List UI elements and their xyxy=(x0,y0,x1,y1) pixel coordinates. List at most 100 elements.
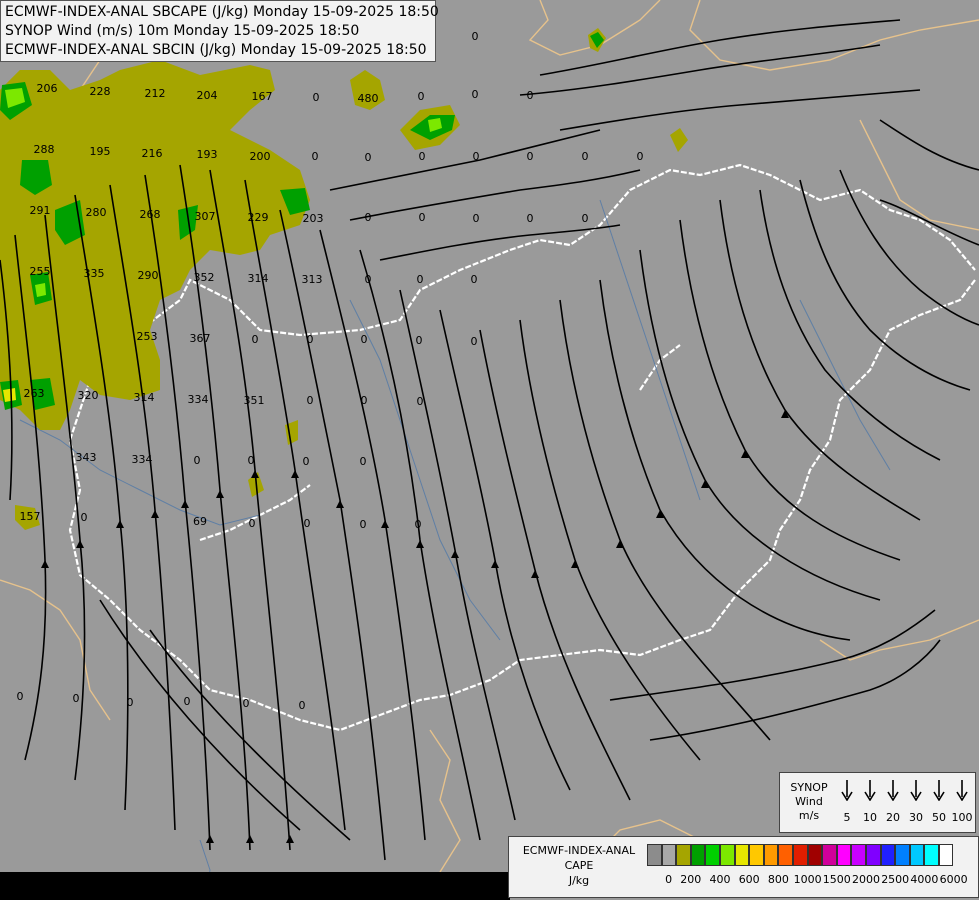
station-value: 334 xyxy=(188,393,209,406)
station-value: 0 xyxy=(307,333,314,346)
synop-speed-label: 30 xyxy=(909,811,923,824)
cape-color-swatch xyxy=(690,844,706,866)
station-value: 335 xyxy=(84,267,105,280)
station-value: 228 xyxy=(90,85,111,98)
cape-tick-label: 600 xyxy=(738,873,760,886)
synop-speed-item: 20 xyxy=(882,779,904,824)
station-value: 0 xyxy=(365,273,372,286)
cape-tick-label: 200 xyxy=(680,873,702,886)
station-value: 0 xyxy=(471,273,478,286)
synop-speed-item: 10 xyxy=(859,779,881,824)
station-value: 0 xyxy=(194,454,201,467)
down-arrow-icon xyxy=(841,780,853,801)
station-value: 0 xyxy=(360,518,367,531)
cape-tick-label: 1500 xyxy=(822,873,851,886)
cape-color-swatch xyxy=(865,844,881,866)
station-value: 268 xyxy=(140,208,161,221)
cape-legend-source: ECMWF-INDEX-ANAL xyxy=(522,844,636,857)
cape-color-swatch xyxy=(661,844,677,866)
cape-tick-label: 0 xyxy=(665,873,673,886)
down-arrow-icon xyxy=(864,780,876,801)
station-value: 0 xyxy=(417,273,424,286)
station-value: 307 xyxy=(195,210,216,223)
cape-tick-label: 6000 xyxy=(939,873,968,886)
cape-color-swatch xyxy=(851,844,866,866)
synop-legend-arrows: 5 10 20 30 50 100 xyxy=(836,779,973,829)
cape-color-swatch xyxy=(807,844,823,866)
station-value: 195 xyxy=(90,145,111,158)
cape-color-swatch xyxy=(763,844,779,866)
cape-color-swatch xyxy=(749,844,764,866)
station-value: 0 xyxy=(360,455,367,468)
cape-legend-variable: CAPE xyxy=(564,859,594,872)
station-value: 314 xyxy=(248,272,269,285)
station-value: 263 xyxy=(24,387,45,400)
station-value: 314 xyxy=(134,391,155,404)
station-value: 69 xyxy=(193,515,207,528)
station-value: 0 xyxy=(243,697,250,710)
cape-color-swatch xyxy=(924,844,939,866)
cape-color-swatch xyxy=(778,844,793,866)
station-value: 203 xyxy=(303,212,324,225)
station-value: 0 xyxy=(365,211,372,224)
station-value: 0 xyxy=(248,454,255,467)
station-value: 0 xyxy=(184,695,191,708)
station-value: 0 xyxy=(303,455,310,468)
station-value: 0 xyxy=(527,150,534,163)
station-value: 313 xyxy=(302,273,323,286)
cape-color-swatch xyxy=(909,844,925,866)
cape-color-bar xyxy=(647,844,954,866)
station-value: 0 xyxy=(417,395,424,408)
synop-wind-legend: SYNOP Wind m/s 5 10 20 30 50 100 xyxy=(779,772,976,833)
station-value: 0 xyxy=(527,212,534,225)
station-value: 290 xyxy=(138,269,159,282)
station-value: 280 xyxy=(86,206,107,219)
title-line-cin: ECMWF-INDEX-ANAL SBCIN (J/kg) Monday 15-… xyxy=(5,42,427,58)
down-arrow-icon xyxy=(933,780,945,801)
station-value: 480 xyxy=(358,92,379,105)
station-value: 367 xyxy=(190,332,211,345)
station-value: 0 xyxy=(471,335,478,348)
station-value: 0 xyxy=(637,150,644,163)
station-value: 167 xyxy=(252,90,273,103)
station-value: 0 xyxy=(365,151,372,164)
cape-tick-label: 800 xyxy=(767,873,789,886)
station-value: 206 xyxy=(37,82,58,95)
cape-color-swatch xyxy=(734,844,750,866)
synop-legend-subtitle: Wind xyxy=(795,795,823,808)
cape-color-swatch xyxy=(880,844,896,866)
map-edge-strip xyxy=(0,872,510,900)
cape-tick-label: 1000 xyxy=(793,873,822,886)
cape-color-swatch xyxy=(938,844,954,866)
station-value: 229 xyxy=(248,211,269,224)
station-value: 0 xyxy=(416,334,423,347)
station-value: 0 xyxy=(81,511,88,524)
station-value: 0 xyxy=(313,91,320,104)
station-value: 0 xyxy=(252,333,259,346)
station-value: 0 xyxy=(473,150,480,163)
station-value: 0 xyxy=(527,89,534,102)
station-value: 0 xyxy=(582,212,589,225)
cape-tick-label: 2500 xyxy=(881,873,910,886)
station-value: 0 xyxy=(361,394,368,407)
synop-speed-label: 20 xyxy=(886,811,900,824)
synop-speed-label: 100 xyxy=(951,811,973,824)
map-title-box: ECMWF-INDEX-ANAL SBCAPE (J/kg) Monday 15… xyxy=(0,0,439,62)
station-value: 288 xyxy=(34,143,55,156)
station-value: 204 xyxy=(197,89,218,102)
cape-color-legend: ECMWF-INDEX-ANAL CAPE J/kg 0 200 400 600 800… xyxy=(508,836,979,898)
station-value: 291 xyxy=(30,204,51,217)
station-value: 0 xyxy=(472,88,479,101)
cape-tick-label: 400 xyxy=(709,873,731,886)
station-value: 0 xyxy=(304,517,311,530)
cape-legend-title: ECMWF-INDEX-ANAL CAPE J/kg xyxy=(513,843,645,888)
station-value: 212 xyxy=(145,87,166,100)
station-value: 0 xyxy=(17,690,24,703)
station-value: 0 xyxy=(361,333,368,346)
station-value: 216 xyxy=(142,147,163,160)
station-value: 157 xyxy=(20,510,41,523)
synop-speed-item: 5 xyxy=(836,779,858,824)
station-value: 253 xyxy=(137,330,158,343)
station-value: 0 xyxy=(582,150,589,163)
station-value: 0 xyxy=(418,90,425,103)
